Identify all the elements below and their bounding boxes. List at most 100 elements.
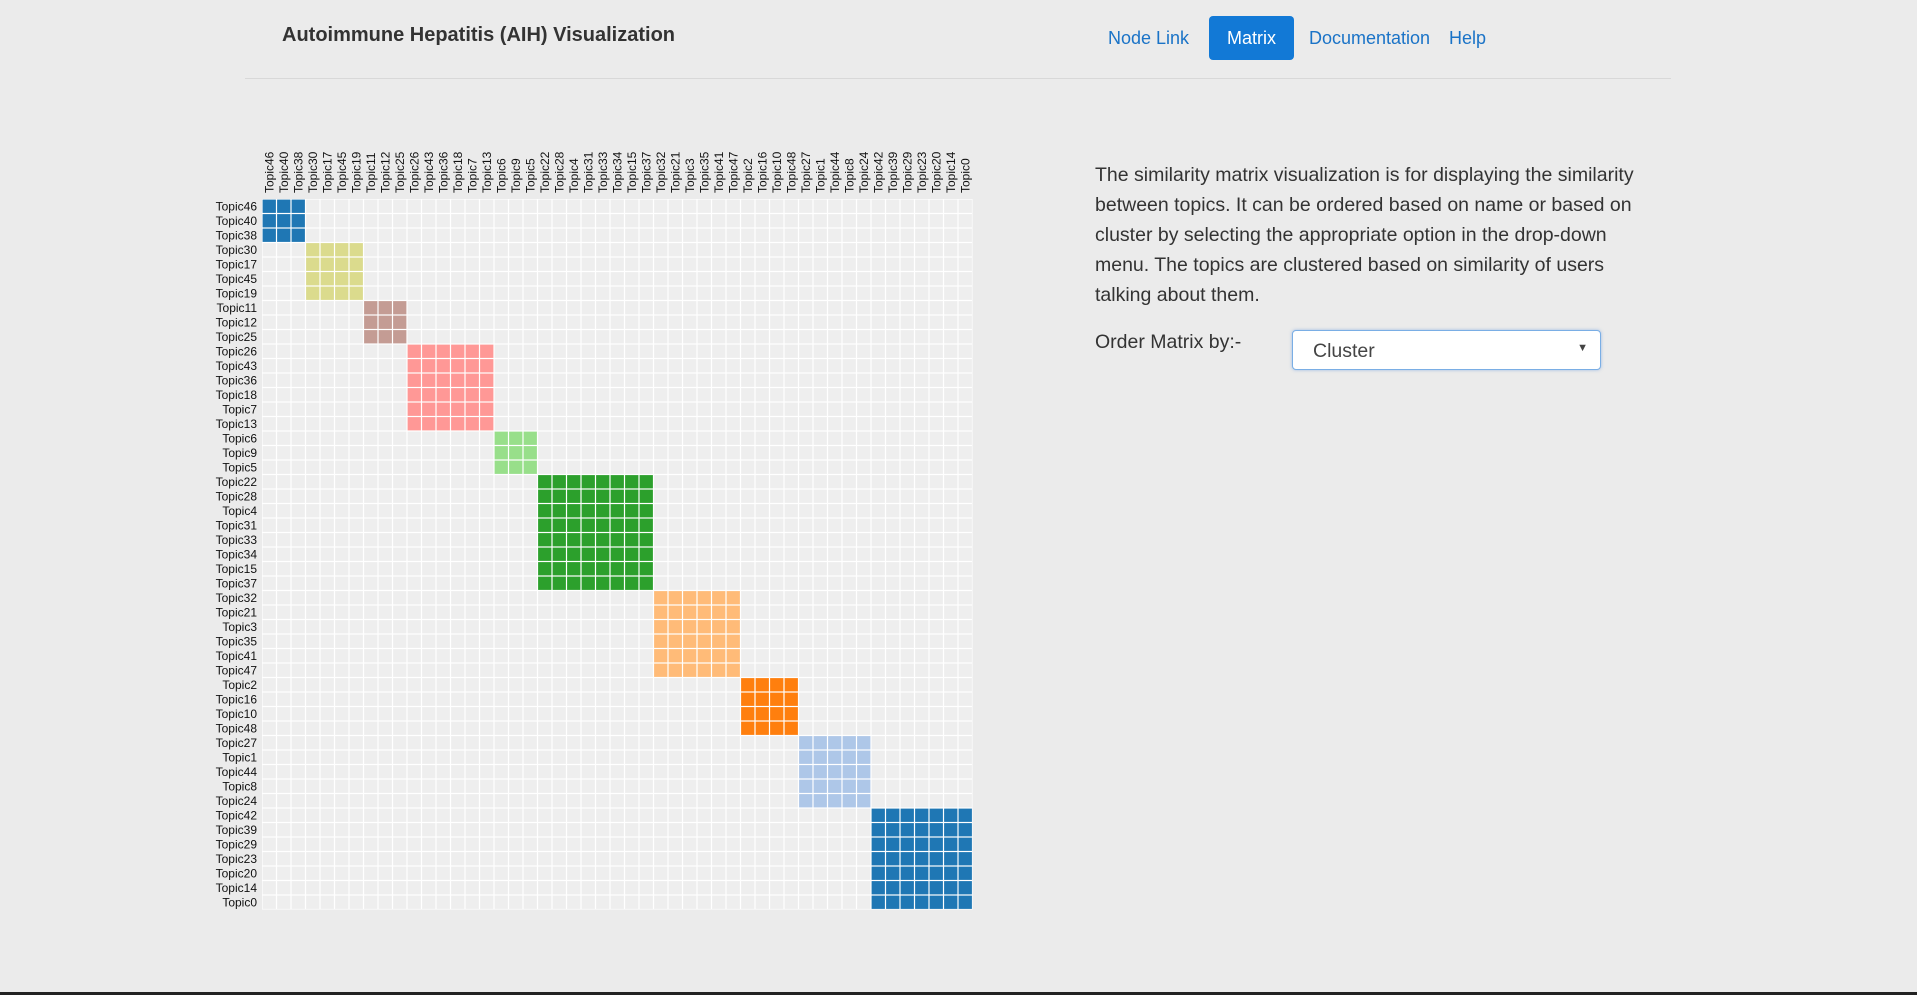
matrix-cell[interactable]: [480, 881, 494, 895]
matrix-cell[interactable]: [842, 837, 856, 851]
matrix-cell[interactable]: [842, 388, 856, 402]
matrix-cell[interactable]: [639, 359, 653, 373]
matrix-cell[interactable]: [668, 794, 682, 808]
matrix-cell-cluster[interactable]: [668, 649, 682, 663]
matrix-cell[interactable]: [552, 852, 566, 866]
matrix-cell[interactable]: [393, 779, 407, 793]
nav-matrix[interactable]: Matrix: [1209, 16, 1294, 60]
matrix-cell[interactable]: [552, 214, 566, 228]
matrix-cell[interactable]: [944, 547, 958, 561]
matrix-cell[interactable]: [581, 765, 595, 779]
matrix-cell-cluster[interactable]: [871, 837, 885, 851]
matrix-cell[interactable]: [639, 301, 653, 315]
matrix-cell[interactable]: [770, 344, 784, 358]
matrix-cell[interactable]: [349, 620, 363, 634]
matrix-cell[interactable]: [755, 808, 769, 822]
matrix-cell[interactable]: [770, 330, 784, 344]
matrix-cell[interactable]: [857, 402, 871, 416]
matrix-cell-cluster[interactable]: [378, 301, 392, 315]
matrix-cell[interactable]: [306, 373, 320, 387]
matrix-cell[interactable]: [320, 402, 334, 416]
matrix-cell[interactable]: [828, 620, 842, 634]
matrix-cell[interactable]: [262, 794, 276, 808]
matrix-cell[interactable]: [596, 402, 610, 416]
matrix-cell[interactable]: [610, 286, 624, 300]
matrix-cell[interactable]: [929, 533, 943, 547]
matrix-cell[interactable]: [349, 475, 363, 489]
matrix-cell[interactable]: [509, 243, 523, 257]
matrix-cell[interactable]: [436, 214, 450, 228]
matrix-cell[interactable]: [320, 460, 334, 474]
matrix-cell[interactable]: [335, 620, 349, 634]
matrix-cell[interactable]: [639, 431, 653, 445]
matrix-cell[interactable]: [741, 257, 755, 271]
matrix-cell[interactable]: [349, 402, 363, 416]
matrix-cell-cluster[interactable]: [291, 199, 305, 213]
matrix-cell[interactable]: [306, 837, 320, 851]
matrix-cell[interactable]: [364, 518, 378, 532]
matrix-cell[interactable]: [349, 504, 363, 518]
matrix-cell[interactable]: [741, 417, 755, 431]
matrix-cell[interactable]: [451, 315, 465, 329]
matrix-cell[interactable]: [436, 591, 450, 605]
matrix-cell[interactable]: [944, 475, 958, 489]
matrix-cell[interactable]: [958, 518, 972, 532]
matrix-cell-cluster[interactable]: [277, 214, 291, 228]
matrix-cell[interactable]: [494, 692, 508, 706]
matrix-cell[interactable]: [596, 620, 610, 634]
matrix-cell[interactable]: [436, 634, 450, 648]
matrix-cell-cluster[interactable]: [929, 837, 943, 851]
matrix-cell[interactable]: [451, 460, 465, 474]
matrix-cell[interactable]: [900, 431, 914, 445]
matrix-cell[interactable]: [378, 359, 392, 373]
matrix-cell[interactable]: [842, 272, 856, 286]
matrix-cell[interactable]: [871, 402, 885, 416]
matrix-cell[interactable]: [726, 272, 740, 286]
matrix-cell[interactable]: [944, 402, 958, 416]
matrix-cell[interactable]: [625, 750, 639, 764]
matrix-cell[interactable]: [828, 286, 842, 300]
matrix-cell[interactable]: [610, 460, 624, 474]
matrix-cell[interactable]: [552, 431, 566, 445]
matrix-cell-cluster[interactable]: [610, 547, 624, 561]
matrix-cell[interactable]: [770, 272, 784, 286]
matrix-cell[interactable]: [480, 634, 494, 648]
matrix-cell[interactable]: [407, 823, 421, 837]
matrix-cell-cluster[interactable]: [610, 504, 624, 518]
matrix-cell[interactable]: [320, 591, 334, 605]
matrix-cell[interactable]: [741, 823, 755, 837]
matrix-cell[interactable]: [567, 808, 581, 822]
matrix-cell[interactable]: [683, 765, 697, 779]
matrix-cell[interactable]: [596, 431, 610, 445]
matrix-cell-cluster[interactable]: [538, 547, 552, 561]
matrix-cell[interactable]: [335, 562, 349, 576]
matrix-cell[interactable]: [929, 243, 943, 257]
matrix-cell[interactable]: [828, 866, 842, 880]
matrix-cell[interactable]: [480, 678, 494, 692]
matrix-cell[interactable]: [567, 750, 581, 764]
matrix-cell[interactable]: [726, 721, 740, 735]
matrix-cell[interactable]: [538, 620, 552, 634]
matrix-cell[interactable]: [610, 243, 624, 257]
matrix-cell[interactable]: [465, 475, 479, 489]
matrix-cell[interactable]: [277, 620, 291, 634]
matrix-cell[interactable]: [335, 547, 349, 561]
matrix-cell[interactable]: [813, 315, 827, 329]
matrix-cell[interactable]: [494, 504, 508, 518]
matrix-cell[interactable]: [509, 750, 523, 764]
matrix-cell-cluster[interactable]: [842, 794, 856, 808]
matrix-cell[interactable]: [262, 344, 276, 358]
matrix-cell[interactable]: [364, 388, 378, 402]
matrix-cell[interactable]: [755, 359, 769, 373]
matrix-cell[interactable]: [639, 881, 653, 895]
matrix-cell[interactable]: [538, 895, 552, 909]
matrix-cell[interactable]: [683, 373, 697, 387]
matrix-cell[interactable]: [755, 272, 769, 286]
matrix-cell[interactable]: [813, 228, 827, 242]
matrix-cell[interactable]: [886, 272, 900, 286]
matrix-cell[interactable]: [654, 373, 668, 387]
matrix-cell[interactable]: [654, 504, 668, 518]
matrix-cell[interactable]: [451, 286, 465, 300]
matrix-cell[interactable]: [712, 286, 726, 300]
matrix-cell[interactable]: [915, 591, 929, 605]
